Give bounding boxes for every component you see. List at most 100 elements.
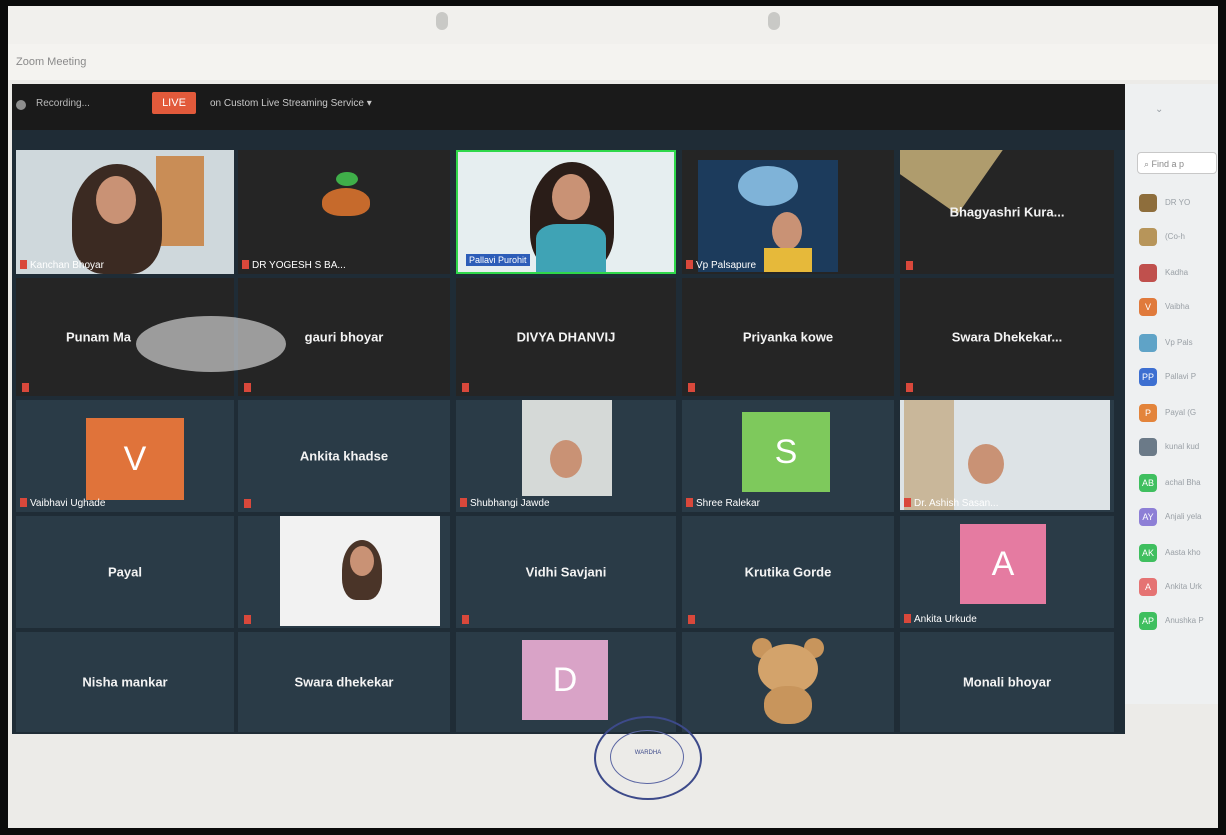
participant-avatar: V bbox=[1139, 298, 1157, 316]
name-tile[interactable]: DIVYA DHANVIJ bbox=[456, 278, 676, 396]
avatar-tile[interactable]: V Vaibhavi Ughade bbox=[16, 400, 234, 512]
participant-name: Payal bbox=[108, 564, 142, 580]
participant-list-name: kunal kud bbox=[1165, 442, 1200, 451]
participant-list-item[interactable]: AB achal Bha bbox=[1139, 474, 1218, 494]
video-tile[interactable] bbox=[682, 632, 894, 732]
participant-list-name: Vaibha bbox=[1165, 302, 1190, 311]
participant-list-item[interactable]: DR YO bbox=[1139, 194, 1218, 214]
photo-frame: Zoom Meeting Recording... LIVE on Custom… bbox=[8, 6, 1218, 828]
meeting-topbar: Recording... LIVE on Custom Live Streami… bbox=[12, 84, 1125, 130]
name-tile[interactable]: Vidhi Savjani bbox=[456, 516, 676, 628]
avatar-initial: V bbox=[86, 418, 184, 500]
avatar-initial: A bbox=[960, 524, 1046, 604]
participant-list-item[interactable]: kunal kud bbox=[1139, 438, 1218, 458]
name-tile[interactable]: Swara dhekekar bbox=[238, 632, 450, 732]
muted-mic-icon bbox=[462, 615, 469, 624]
muted-mic-icon bbox=[462, 383, 469, 392]
window-title: Zoom Meeting bbox=[16, 56, 87, 68]
participant-list-name: Vp Pals bbox=[1165, 338, 1193, 347]
participant-list-name: Payal (G bbox=[1165, 408, 1197, 417]
official-stamp: WARDHA bbox=[594, 716, 702, 800]
curtain bbox=[904, 400, 954, 510]
participant-video bbox=[900, 400, 1110, 510]
participant-avatar: AP bbox=[1139, 612, 1157, 630]
video-tile[interactable]: Dr. Ashish Sasan... bbox=[900, 400, 1114, 512]
muted-mic-icon bbox=[20, 498, 27, 507]
video-tile[interactable]: Vp Palsapure bbox=[682, 150, 894, 274]
name-tile[interactable]: Nisha mankar bbox=[16, 632, 234, 732]
avatar-tile[interactable]: S Shree Ralekar bbox=[682, 400, 894, 512]
participant-list-name: Kadha bbox=[1165, 268, 1189, 277]
participant-avatar bbox=[1139, 264, 1157, 282]
participant-list-item[interactable]: Vp Pals bbox=[1139, 334, 1218, 354]
participant-avatar bbox=[1139, 194, 1157, 212]
window-titlebar: Zoom Meeting bbox=[8, 44, 1218, 80]
zoom-gallery: Recording... LIVE on Custom Live Streami… bbox=[12, 84, 1125, 734]
teddy-bear-icon bbox=[748, 638, 828, 724]
participant-list-item[interactable]: AP Anushka P bbox=[1139, 612, 1218, 632]
participant-name: Nisha mankar bbox=[82, 674, 168, 690]
participants-panel: ⌄ ⌕ Find a p DR YO (Co-h Kadha V Vaibha … bbox=[1125, 84, 1218, 704]
participant-list-item[interactable]: AK Aasta kho bbox=[1139, 544, 1218, 564]
muted-mic-icon bbox=[686, 498, 693, 507]
participant-list-item[interactable]: V Vaibha bbox=[1139, 298, 1218, 318]
participant-name: Bhagyashri Kura... bbox=[949, 204, 1065, 220]
window-light bbox=[738, 166, 798, 206]
participant-face bbox=[552, 174, 590, 220]
participant-list-item[interactable]: AY Anjali yela bbox=[1139, 508, 1218, 528]
tile-name: DR YOGESH S BA... bbox=[242, 260, 346, 271]
avatar-tile[interactable]: A Ankita Urkude bbox=[900, 516, 1114, 628]
participant-list-name: Ankita Urk bbox=[1165, 582, 1202, 591]
video-tile[interactable]: DR YOGESH S BA... bbox=[238, 150, 450, 274]
participant-clothes bbox=[764, 248, 812, 272]
muted-mic-icon bbox=[904, 614, 911, 623]
participant-video bbox=[698, 160, 838, 272]
avatar-initial: D bbox=[522, 640, 608, 720]
video-tile[interactable]: Shubhangi Jawde bbox=[456, 400, 676, 512]
participant-avatar: P bbox=[1139, 404, 1157, 422]
participant-avatar: AK bbox=[1139, 544, 1157, 562]
participant-list-item[interactable]: Kadha bbox=[1139, 264, 1218, 284]
name-tile[interactable]: Ankita khadse bbox=[238, 400, 450, 512]
muted-mic-icon bbox=[906, 383, 913, 392]
muted-mic-icon bbox=[906, 261, 913, 270]
pin-icon bbox=[436, 12, 448, 30]
participant-name: DIVYA DHANVIJ bbox=[516, 329, 616, 345]
video-tile[interactable]: Kanchan Bhoyar bbox=[16, 150, 234, 274]
name-tile[interactable]: Bhagyashri Kura... bbox=[900, 150, 1114, 274]
participant-list-item[interactable]: (Co-h bbox=[1139, 228, 1218, 248]
participant-list-item[interactable]: A Ankita Urk bbox=[1139, 578, 1218, 598]
chevron-down-icon[interactable]: ⌄ bbox=[1155, 104, 1163, 115]
muted-mic-icon bbox=[244, 499, 251, 508]
participant-name: Vidhi Savjani bbox=[525, 564, 607, 580]
live-badge[interactable]: LIVE bbox=[152, 92, 196, 114]
name-tile[interactable]: Krutika Gorde bbox=[682, 516, 894, 628]
participant-avatar bbox=[1139, 438, 1157, 456]
paper-edge bbox=[8, 6, 1218, 44]
participant-avatar: AB bbox=[1139, 474, 1157, 492]
participant-list-item[interactable]: P Payal (G bbox=[1139, 404, 1218, 424]
tile-name: Shubhangi Jawde bbox=[460, 498, 550, 509]
stream-dropdown[interactable]: on Custom Live Streaming Service ▾ bbox=[210, 98, 372, 109]
name-tile[interactable]: Swara Dhekekar... bbox=[900, 278, 1114, 396]
recording-status[interactable]: Recording... bbox=[36, 98, 90, 109]
participant-name: Priyanka kowe bbox=[742, 329, 834, 345]
participant-face bbox=[96, 176, 136, 224]
participant-video bbox=[16, 150, 234, 274]
muted-mic-icon bbox=[688, 383, 695, 392]
logo-plant-icon bbox=[318, 172, 374, 220]
muted-mic-icon bbox=[20, 260, 27, 269]
participant-search-input[interactable]: ⌕ Find a p bbox=[1137, 152, 1217, 174]
name-tile[interactable]: Monali bhoyar bbox=[900, 632, 1114, 732]
active-speaker-tile[interactable]: Pallavi Purohit bbox=[456, 150, 676, 274]
name-tile[interactable]: Payal bbox=[16, 516, 234, 628]
muted-mic-icon bbox=[22, 383, 29, 392]
name-tile[interactable]: Priyanka kowe bbox=[682, 278, 894, 396]
participant-video bbox=[280, 516, 440, 626]
participant-name: Krutika Gorde bbox=[744, 564, 832, 580]
participant-list-name: Pallavi P bbox=[1165, 372, 1197, 381]
video-tile[interactable] bbox=[238, 516, 450, 628]
participant-list-item[interactable]: PP Pallavi P bbox=[1139, 368, 1218, 388]
participant-avatar: AY bbox=[1139, 508, 1157, 526]
participant-list-name: Anushka P bbox=[1165, 616, 1204, 625]
